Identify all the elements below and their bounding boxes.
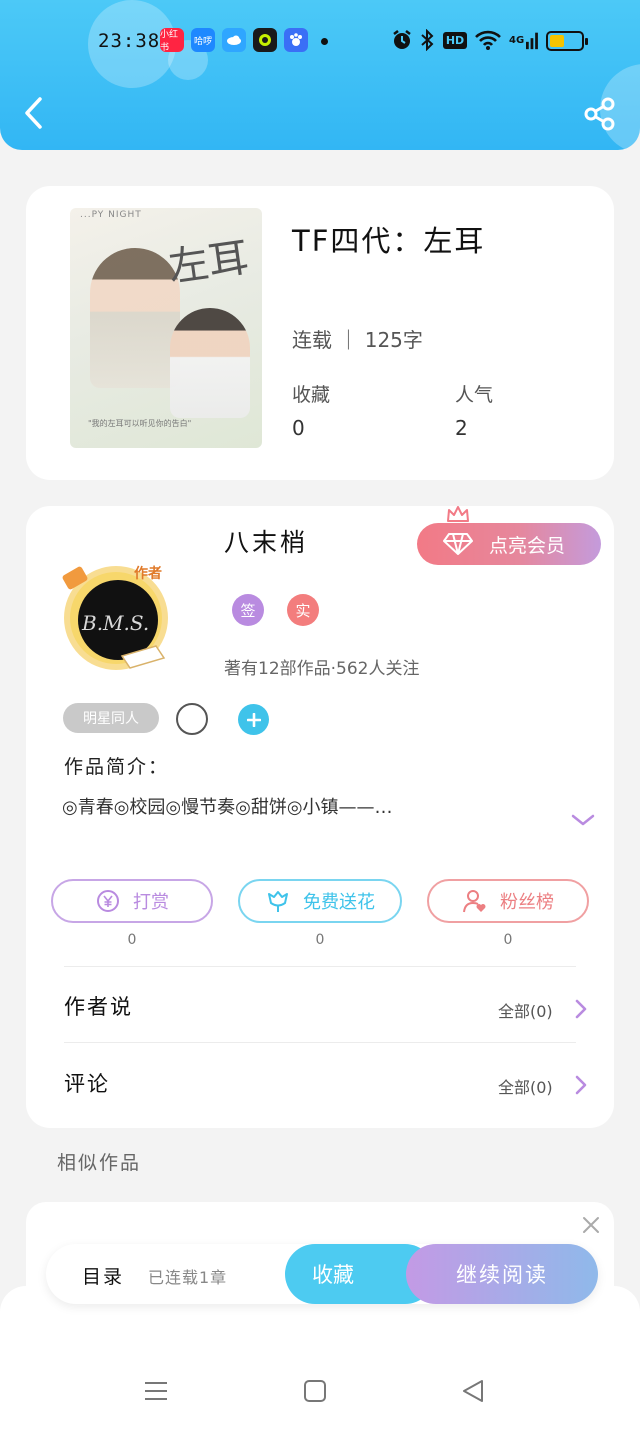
light-up-vip-button[interactable]: 点亮会员 <box>417 523 601 565</box>
chevron-right-icon[interactable] <box>573 1074 589 1096</box>
continue-reading-label: 继续阅读 <box>456 1263 548 1287</box>
battery-fill <box>550 35 564 47</box>
author-says-all-link[interactable]: 全部(0) <box>498 998 553 1022</box>
stat-label-popularity: 人气 <box>455 384 494 406</box>
similar-works-title: 相似作品 <box>57 1152 142 1174</box>
hd-icon: HD <box>442 28 468 52</box>
home-icon[interactable] <box>300 1376 330 1406</box>
cover-top-text: ...PY NIGHT <box>80 210 142 220</box>
chevron-down-icon[interactable] <box>570 810 596 830</box>
diamond-icon <box>443 533 473 555</box>
badge-label: 实 <box>295 601 311 620</box>
bottom-sheet <box>0 1286 640 1429</box>
user-heart-icon <box>463 890 486 913</box>
continue-reading-button[interactable]: 继续阅读 <box>406 1244 598 1304</box>
reward-button[interactable]: 打赏 <box>51 879 213 923</box>
reward-count: 0 <box>127 932 137 948</box>
favorite-label: 收藏 <box>312 1263 354 1287</box>
author-works-follow: 著有12部作品·562人关注 <box>224 659 420 679</box>
bluetooth-icon <box>419 28 435 52</box>
app-icon-label: 小红书 <box>160 30 179 53</box>
alarm-icon <box>391 28 413 52</box>
hello-app-icon: 哈啰 <box>191 28 215 52</box>
weather-app-icon <box>222 28 246 52</box>
xiaohongshu-app-icon: 小红书 <box>160 28 184 53</box>
plus-icon <box>246 712 261 727</box>
fan-ranking-button[interactable]: 粉丝榜 <box>427 879 589 923</box>
app-header: 23:38 小红书 哈啰 HD 4G <box>0 0 640 150</box>
baidu-app-icon <box>284 28 308 52</box>
fan-ranking-label: 粉丝榜 <box>500 892 554 913</box>
signed-badge: 签 <box>232 594 264 626</box>
verified-badge: 实 <box>287 594 319 626</box>
cover-figure <box>170 308 250 418</box>
flower-icon <box>268 891 288 912</box>
chevron-right-icon[interactable] <box>573 998 589 1020</box>
battery-tip <box>585 38 588 45</box>
back-triangle-icon[interactable] <box>458 1376 488 1406</box>
status-bar: 23:38 小红书 哈啰 HD 4G <box>0 24 640 60</box>
empty-tag-circle[interactable] <box>176 703 208 735</box>
genre-tag[interactable]: 明星同人 <box>63 703 159 733</box>
cover-title: 左耳 <box>165 234 252 292</box>
wifi-icon <box>474 28 502 52</box>
notification-dot <box>321 38 328 45</box>
battery-icon <box>546 31 588 51</box>
close-icon[interactable] <box>580 1214 602 1236</box>
back-icon[interactable] <box>20 96 50 130</box>
avatar-monogram: B.M.S. <box>81 611 149 635</box>
crown-icon <box>447 506 469 522</box>
stat-value-popularity: 2 <box>455 416 468 440</box>
cover-figure <box>90 248 180 388</box>
intro-title: 作品简介： <box>64 756 170 778</box>
stat-value-favorites: 0 <box>292 416 305 440</box>
send-flower-button[interactable]: 免费送花 <box>238 879 402 923</box>
comments-title: 评论 <box>64 1072 110 1096</box>
badge-label: 签 <box>240 601 256 620</box>
reward-label: 打赏 <box>133 892 169 913</box>
add-tag-button[interactable] <box>238 704 269 735</box>
author-avatar[interactable]: B.M.S. 作者 <box>52 556 182 674</box>
comments-all-link[interactable]: 全部(0) <box>498 1074 553 1098</box>
cellular-signal-icon: 4G <box>509 28 539 52</box>
vip-button-label: 点亮会员 <box>489 534 566 557</box>
author-name[interactable]: 八末梢 <box>224 523 308 559</box>
table-of-contents-button[interactable]: 目录 <box>82 1262 124 1289</box>
hd-label: HD <box>442 31 468 49</box>
chapter-count: 已连载1章 <box>148 1268 228 1287</box>
share-icon[interactable] <box>582 96 618 132</box>
divider <box>64 1042 576 1043</box>
status-time: 23:38 <box>98 30 161 52</box>
send-flower-label: 免费送花 <box>303 892 375 913</box>
avatar-author-tag: 作者 <box>134 565 162 582</box>
yen-coin-icon <box>97 890 119 912</box>
divider <box>64 966 576 967</box>
intro-text: ◎青春◎校园◎慢节奏◎甜饼◎小镇——… <box>62 797 393 818</box>
flower-count: 0 <box>315 932 325 948</box>
book-status: 连载 ｜ 125字 <box>292 328 423 352</box>
app-icon-label: 哈啰 <box>193 36 212 47</box>
book-cover[interactable]: ...PY NIGHT 左耳 "我的左耳可以听见你的告白" <box>70 208 262 448</box>
camera-app-icon <box>253 28 277 52</box>
fan-count: 0 <box>503 932 513 948</box>
cover-quote: "我的左耳可以听见你的告白" <box>88 419 192 428</box>
stat-label-favorites: 收藏 <box>292 384 331 406</box>
author-says-title: 作者说 <box>64 995 133 1019</box>
book-title: TF四代：左耳 <box>292 224 486 258</box>
network-label: 4G <box>509 34 525 46</box>
menu-icon[interactable] <box>141 1376 171 1406</box>
